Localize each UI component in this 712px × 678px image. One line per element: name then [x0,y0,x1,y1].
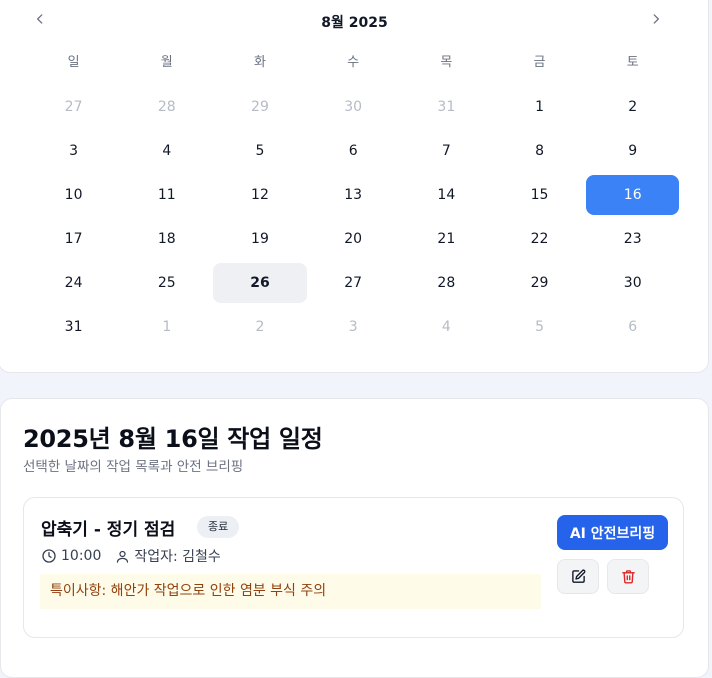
schedule-card: 2025년 8월 16일 작업 일정 선택한 날짜의 작업 목록과 안전 브리핑… [0,398,709,678]
weekday-label: 화 [253,55,266,70]
task-note: 특이사항: 해안가 작업으로 인한 염분 부식 주의 [40,574,541,609]
calendar-day[interactable]: 28 [400,263,493,303]
clock-icon [42,549,56,563]
calendar-day[interactable]: 21 [400,219,493,259]
calendar-day[interactable]: 31 [27,307,120,347]
calendar-day[interactable]: 3 [27,131,120,171]
calendar-day-selected[interactable]: 16 [586,175,680,215]
trash-icon [621,570,635,584]
calendar-day-outside[interactable]: 6 [586,307,679,347]
calendar-day-outside[interactable]: 29 [213,87,306,127]
chevron-right-icon [653,14,659,24]
edit-icon [571,569,585,583]
delete-task-button[interactable] [607,559,649,594]
calendar-day[interactable]: 11 [120,175,213,215]
calendar-day[interactable]: 18 [120,219,213,259]
calendar-day-outside[interactable]: 30 [307,87,400,127]
calendar-day[interactable]: 8 [493,131,586,171]
calendar-day[interactable]: 1 [493,87,586,127]
weekday-header-row: 일월화수목금토 [27,51,679,75]
edit-task-button[interactable] [557,559,599,594]
calendar-day[interactable]: 29 [493,263,586,303]
calendar-day-outside[interactable]: 3 [307,307,400,347]
calendar-day-outside[interactable]: 2 [213,307,306,347]
calendar-day[interactable]: 22 [493,219,586,259]
calendar-days-grid: 27 28 29 30 31 1 2 3 4 5 6 7 8 9 10 11 12 13 14 15 16 17 18 19 2… [27,85,680,349]
calendar-day[interactable]: 17 [27,219,120,259]
schedule-subtitle: 선택한 날짜의 작업 목록과 안전 브리핑 [23,459,244,475]
calendar-day[interactable]: 7 [400,131,493,171]
task-card: 압축기 - 정기 점검 종료 10:00 작업자: 김철수 특이사항: 해안가 … [23,497,684,638]
month-title: 8월 2025 [321,15,388,31]
task-meta: 10:00 작업자: 김철수 [41,546,235,566]
calendar-day[interactable]: 6 [307,131,400,171]
calendar-day-outside[interactable]: 4 [400,307,493,347]
calendar-day-outside[interactable]: 5 [493,307,586,347]
calendar-day-outside[interactable]: 1 [120,307,213,347]
calendar-day[interactable]: 20 [307,219,400,259]
calendar-day[interactable]: 27 [307,263,400,303]
calendar-day[interactable]: 2 [586,87,679,127]
calendar-day[interactable]: 25 [120,263,213,303]
calendar-day[interactable]: 4 [120,131,213,171]
calendar-day[interactable]: 9 [586,131,679,171]
calendar-day[interactable]: 5 [213,131,306,171]
weekday-label: 금 [533,55,546,70]
calendar-day[interactable]: 23 [586,219,679,259]
calendar-day[interactable]: 15 [493,175,586,215]
calendar-day[interactable]: 12 [213,175,306,215]
calendar-day[interactable]: 30 [586,263,679,303]
status-badge: 종료 [197,516,240,538]
calendar-day-outside[interactable]: 28 [120,87,213,127]
calendar-day[interactable]: 24 [27,263,120,303]
schedule-title: 2025년 8월 16일 작업 일정 [23,425,323,453]
next-month-button[interactable] [644,7,668,31]
ai-safety-briefing-button[interactable]: AI 안전브리핑 [557,515,668,550]
task-worker-label: 작업자: 김철수 [134,549,221,565]
calendar-day-outside[interactable]: 27 [27,87,120,127]
weekday-label: 월 [160,55,173,70]
weekday-label: 일 [67,55,80,70]
calendar-day[interactable]: 13 [307,175,400,215]
task-time: 10:00 [41,548,101,564]
task-time-label: 10:00 [61,548,102,564]
calendar-card: 8월 2025 일월화수목금토 27 28 29 30 31 1 2 3 4 5 6 7 8 9 10 11 1… [0,0,709,373]
calendar-day-today[interactable]: 26 [213,263,307,303]
user-icon [117,550,129,563]
task-title: 압축기 - 정기 점검 [41,520,176,540]
calendar-day[interactable]: 10 [27,175,120,215]
weekday-label: 수 [347,55,360,70]
calendar-day[interactable]: 19 [213,219,306,259]
calendar-day-outside[interactable]: 31 [400,87,493,127]
task-worker: 작업자: 김철수 [115,546,221,566]
calendar-header: 8월 2025 [0,1,710,41]
calendar-day[interactable]: 14 [400,175,493,215]
weekday-label: 토 [626,55,639,70]
weekday-label: 목 [440,55,453,70]
